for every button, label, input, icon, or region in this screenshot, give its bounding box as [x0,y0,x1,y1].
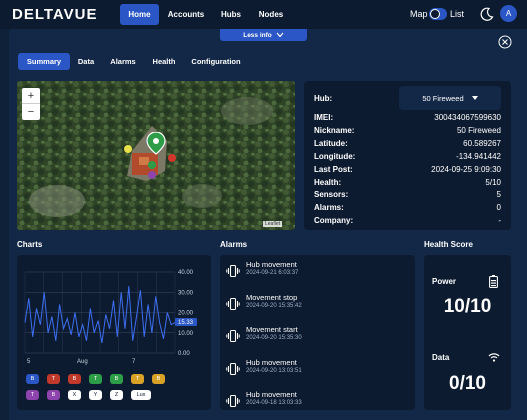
hub-select[interactable]: 50 Fireweed [399,86,501,110]
info-label: Alarms: [314,203,344,213]
vibration-icon [226,329,240,343]
data-score: 0/10 [449,373,486,394]
info-label: Health: [314,177,342,187]
x-tick-label: Aug [77,359,88,365]
chevron-down-icon [276,32,284,38]
close-icon[interactable] [498,35,512,49]
nav-hubs[interactable]: Hubs [214,4,248,25]
info-value: 5 [496,190,501,200]
info-label: Nickname: [314,125,355,135]
less-info-button[interactable]: Less info [220,29,307,41]
power-label: Power [432,277,457,286]
sensor-marker-green[interactable] [148,161,156,169]
battery-icon [489,275,498,288]
vibration-icon [226,264,240,278]
current-value-label: 15.33 [178,320,194,326]
info-value: 60.589267 [463,138,501,148]
nav-home[interactable]: Home [120,4,159,25]
vibration-icon [226,394,240,408]
info-label: Last Post: [314,164,353,174]
info-label: Sensors: [314,190,349,200]
alarm-timestamp: 2024-09-20 13:03:51 [246,367,302,374]
alarm-title[interactable]: Hub movement [246,260,297,269]
alarm-timestamp: 2024-09-20 15:35:30 [246,335,302,341]
series-toggle-chip[interactable]: Lux [131,390,151,400]
sensor-line-chart[interactable]: 40.00 30.00 20.00 10.00 0.00 15.33 5 Aug 7 [17,255,211,365]
series-toggle-chip[interactable]: X [68,390,81,400]
hub-label: Hub: [314,94,333,103]
info-label: Longitude: [314,151,356,161]
list-label: List [450,9,465,19]
sensor-marker-yellow[interactable] [124,145,132,153]
y-tick-label: 20.00 [178,311,194,317]
nav-accounts[interactable]: Accounts [164,4,208,25]
info-label: Company: [314,216,354,226]
alarm-title[interactable]: Movement start [246,325,298,334]
series-toggle-chip[interactable]: B [68,374,81,384]
series-toggle-chip[interactable]: T [26,390,39,400]
caret-down-icon [471,96,478,100]
alarms-title: Alarms [220,240,248,249]
info-label: Latitude: [314,138,348,148]
x-tick-label: 7 [132,359,136,365]
leaflet-attribution-link[interactable]: Leaflet [263,221,283,227]
health-score-title: Health Score [424,240,473,249]
series-toggle-chip[interactable]: T [131,374,144,384]
info-value: 0 [496,203,501,213]
map-list-toggle[interactable] [429,8,447,20]
series-toggle-chip[interactable]: B [110,374,123,384]
y-tick-label: 30.00 [178,290,194,296]
info-value: 5/10 [485,177,501,187]
wifi-icon [488,353,500,362]
tab-alarms[interactable]: Alarms [107,53,139,70]
map-zoom-controls: + − [22,88,40,120]
vibration-icon [226,297,240,310]
series-toggle-chip[interactable]: Z [110,390,123,400]
power-score: 10/10 [443,296,492,317]
info-value: 300434067599630 [434,113,501,122]
avatar[interactable]: A [500,5,517,22]
info-value: - [498,216,501,226]
zoom-in-button[interactable]: + [22,88,40,104]
alarm-title[interactable]: Movement stop [246,293,297,302]
alarm-timestamp: 2024-09-21 6:03:37 [246,270,299,276]
map-label: Map [410,9,428,19]
info-value: 2024-09-25 9:09:30 [431,164,501,174]
charts-title: Charts [17,240,43,249]
series-toggle-chip[interactable]: T [47,374,60,384]
sensor-marker-purple[interactable] [148,171,156,179]
series-toggle-chip[interactable]: B [26,374,39,384]
alarm-title[interactable]: Hub movement [246,358,297,367]
tab-summary[interactable]: Summary [18,53,70,70]
dark-mode-icon[interactable] [480,7,494,21]
info-value: 50 Fireweed [456,125,501,135]
y-tick-label: 10.00 [178,331,194,337]
series-toggle-chip[interactable]: B [47,390,60,400]
alarm-timestamp: 2024-09-18 13:03:33 [246,400,302,406]
nav-nodes[interactable]: Nodes [253,4,289,25]
alarm-timestamp: 2024-09-20 15:35:42 [246,302,302,309]
app-logo[interactable]: DELTAVUE [12,6,98,23]
series-toggle-chip[interactable]: Y [89,390,102,400]
zoom-out-button[interactable]: − [22,104,40,120]
alarm-title[interactable]: Hub movement [246,390,297,399]
info-value: -134.941442 [456,151,501,161]
tab-health[interactable]: Health [148,53,180,70]
x-tick-label: 5 [27,359,31,365]
vibration-icon [226,362,240,375]
series-toggle-chip[interactable]: B [152,374,165,384]
sensor-marker-red[interactable] [168,154,176,162]
series-toggle-chip[interactable]: T [89,374,102,384]
tab-configuration[interactable]: Configuration [188,53,244,70]
y-tick-label: 0.00 [178,351,190,357]
less-info-label: Less info [243,31,272,39]
tab-data[interactable]: Data [73,53,99,70]
data-label: Data [432,353,450,362]
info-label: IMEI: [314,113,334,122]
hub-select-value: 50 Fireweed [422,93,464,103]
sensor-markers [124,132,176,179]
y-tick-label: 40.00 [178,270,194,276]
